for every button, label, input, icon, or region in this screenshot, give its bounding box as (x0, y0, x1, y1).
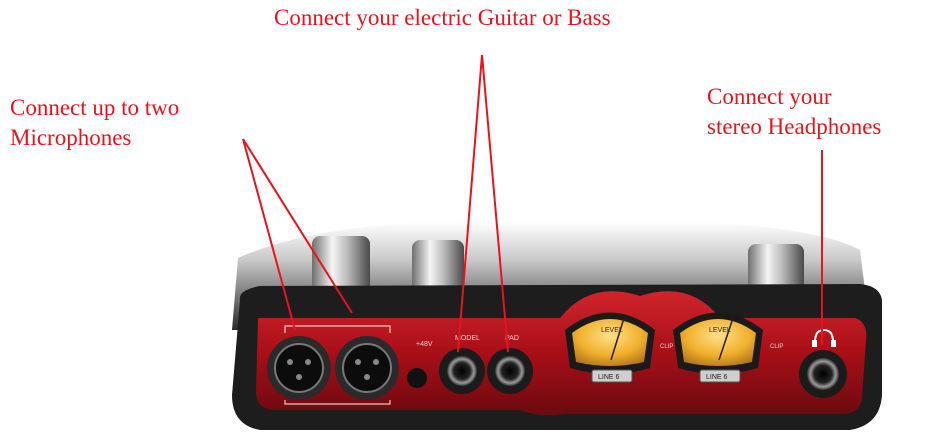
xlr-jack-icon (267, 336, 331, 400)
audio-interface-illustration: +48V MODEL PAD LEVEL LINE 6 LEVEL LINE 6… (232, 54, 882, 430)
xlr-jack-icon (335, 336, 399, 400)
quarter-inch-jack-icon (439, 348, 485, 394)
brand-logo-left: LINE 6 (598, 374, 620, 381)
quarter-inch-jack-icon (799, 350, 847, 398)
clip-label-left: CLIP (660, 344, 673, 350)
level-label-left: LEVEL (601, 327, 623, 334)
brand-logo-right: LINE 6 (706, 374, 728, 381)
phantom-power-label: +48V (416, 341, 433, 348)
level-label-right: LEVEL (709, 327, 731, 334)
clip-label-right: CLIP (770, 344, 783, 350)
quarter-inch-jack-icon (487, 348, 533, 394)
phantom-power-button (407, 368, 427, 388)
